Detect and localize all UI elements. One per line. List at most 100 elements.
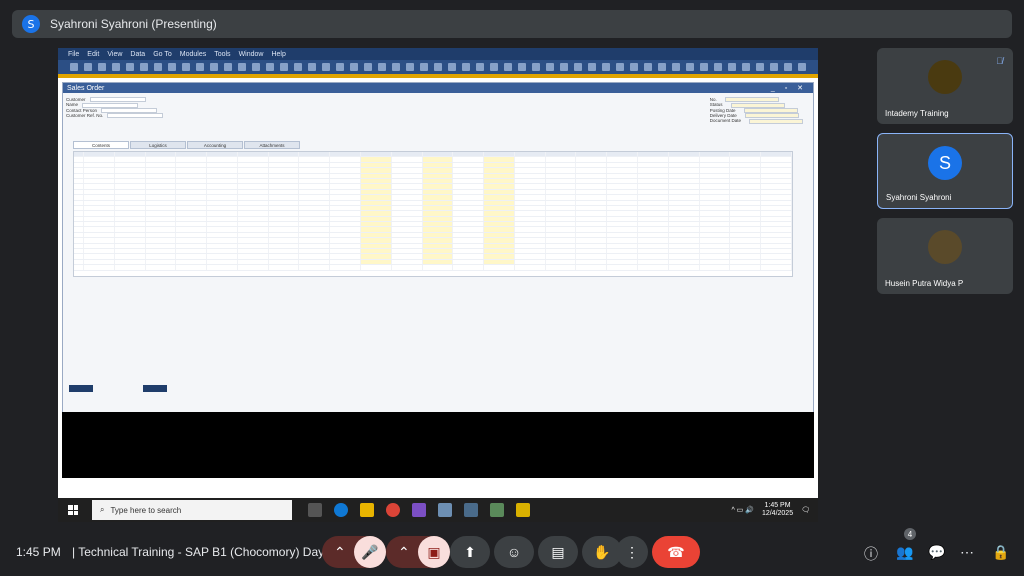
people-icon[interactable]: 👥: [896, 544, 913, 561]
toolbar-icon[interactable]: [490, 63, 498, 71]
mic-off-icon[interactable]: 🎤: [354, 536, 386, 568]
app-icon[interactable]: [516, 503, 530, 517]
toolbar-icon[interactable]: [154, 63, 162, 71]
app-icon[interactable]: [438, 503, 452, 517]
toolbar-icon[interactable]: [294, 63, 302, 71]
toolbar-icon[interactable]: [224, 63, 232, 71]
toolbar-icon[interactable]: [420, 63, 428, 71]
info-icon[interactable]: ⓘ: [864, 544, 878, 564]
toolbar-icon[interactable]: [406, 63, 414, 71]
end-call-button[interactable]: ☎: [652, 536, 700, 568]
edge-icon[interactable]: [334, 503, 348, 517]
toolbar-icon[interactable]: [182, 63, 190, 71]
toolbar-icon[interactable]: [112, 63, 120, 71]
participant-tile[interactable]: Husein Putra Widya P: [877, 218, 1013, 294]
chrome-icon[interactable]: [386, 503, 400, 517]
toolbar-icon[interactable]: [210, 63, 218, 71]
menu-modules[interactable]: Modules: [180, 51, 206, 58]
activities-icon[interactable]: ⋯: [960, 544, 974, 561]
toolbar-icon[interactable]: [714, 63, 722, 71]
toolbar-icon[interactable]: [84, 63, 92, 71]
toolbar-icon[interactable]: [686, 63, 694, 71]
file-explorer-icon[interactable]: [360, 503, 374, 517]
toolbar-icon[interactable]: [280, 63, 288, 71]
menu-tools[interactable]: Tools: [214, 51, 230, 58]
toolbar-icon[interactable]: [700, 63, 708, 71]
toolbar-icon[interactable]: [588, 63, 596, 71]
toolbar-icon[interactable]: [574, 63, 582, 71]
toolbar-icon[interactable]: [322, 63, 330, 71]
toolbar-icon[interactable]: [532, 63, 540, 71]
custref-field[interactable]: [107, 113, 164, 119]
window-controls[interactable]: _ ▫ ✕: [771, 84, 807, 92]
more-options-button[interactable]: ⋮: [616, 536, 648, 568]
host-controls-icon[interactable]: 🔒: [992, 544, 1009, 561]
windows-start-icon[interactable]: [68, 505, 78, 515]
task-view-icon[interactable]: [308, 503, 322, 517]
toolbar-icon[interactable]: [126, 63, 134, 71]
tray-icons[interactable]: ^ ▭ 🔊: [731, 506, 754, 514]
captions-button[interactable]: ▤: [538, 536, 578, 568]
tab-attachments[interactable]: Attachments: [244, 141, 300, 149]
present-button[interactable]: ⬆: [450, 536, 490, 568]
taskbar-clock[interactable]: 1:45 PM 12/4/2025: [762, 502, 793, 518]
toolbar-icon[interactable]: [770, 63, 778, 71]
tab-accounting[interactable]: Accounting: [187, 141, 243, 149]
toolbar-icon[interactable]: [140, 63, 148, 71]
toolbar-icon[interactable]: [644, 63, 652, 71]
participant-tile-active[interactable]: S Syahroni Syahroni: [877, 133, 1013, 209]
chat-icon[interactable]: 💬: [928, 544, 945, 561]
toolbar-icon[interactable]: [448, 63, 456, 71]
toolbar-icon[interactable]: [238, 63, 246, 71]
toolbar-icon[interactable]: [546, 63, 554, 71]
toolbar-icon[interactable]: [266, 63, 274, 71]
tab-contents[interactable]: Contents: [73, 141, 129, 149]
toolbar-icon[interactable]: [392, 63, 400, 71]
menu-goto[interactable]: Go To: [153, 51, 172, 58]
menu-file[interactable]: File: [68, 51, 79, 58]
cancel-button[interactable]: [143, 385, 167, 392]
toolbar-icon[interactable]: [98, 63, 106, 71]
toolbar-icon[interactable]: [798, 63, 806, 71]
toolbar-icon[interactable]: [742, 63, 750, 71]
table-row[interactable]: [74, 265, 792, 271]
toolbar-icon[interactable]: [70, 63, 78, 71]
document-date-field[interactable]: [749, 118, 803, 124]
tab-logistics[interactable]: Logistics: [130, 141, 186, 149]
reactions-button[interactable]: ☺: [494, 536, 534, 568]
toolbar-icon[interactable]: [784, 63, 792, 71]
participant-tile[interactable]: 🎙̸ Intademy Training: [877, 48, 1013, 124]
toolbar-icon[interactable]: [658, 63, 666, 71]
taskbar-search[interactable]: ⌕ Type here to search: [92, 500, 292, 520]
menu-window[interactable]: Window: [239, 51, 264, 58]
toolbar-icon[interactable]: [630, 63, 638, 71]
toolbar-icon[interactable]: [378, 63, 386, 71]
ok-button[interactable]: [69, 385, 93, 392]
menu-edit[interactable]: Edit: [87, 51, 99, 58]
mic-toggle[interactable]: ⌃ 🎤: [322, 536, 386, 568]
toolbar-icon[interactable]: [462, 63, 470, 71]
toolbar-icon[interactable]: [602, 63, 610, 71]
toolbar-icon[interactable]: [504, 63, 512, 71]
toolbar-icon[interactable]: [308, 63, 316, 71]
visual-studio-icon[interactable]: [412, 503, 426, 517]
menu-help[interactable]: Help: [271, 51, 285, 58]
toolbar-icon[interactable]: [756, 63, 764, 71]
camera-off-icon[interactable]: ▣: [418, 536, 450, 568]
camera-toggle[interactable]: ⌃ ▣: [386, 536, 450, 568]
app-icon[interactable]: [464, 503, 478, 517]
toolbar-icon[interactable]: [560, 63, 568, 71]
chevron-up-icon[interactable]: ⌃: [334, 544, 346, 561]
toolbar-icon[interactable]: [252, 63, 260, 71]
chevron-up-icon[interactable]: ⌃: [398, 544, 410, 561]
app-icon[interactable]: [490, 503, 504, 517]
toolbar-icon[interactable]: [616, 63, 624, 71]
toolbar-icon[interactable]: [476, 63, 484, 71]
toolbar-icon[interactable]: [336, 63, 344, 71]
toolbar-icon[interactable]: [196, 63, 204, 71]
menu-data[interactable]: Data: [130, 51, 145, 58]
notification-icon[interactable]: 🗨: [801, 506, 810, 514]
menu-view[interactable]: View: [107, 51, 122, 58]
toolbar-icon[interactable]: [434, 63, 442, 71]
toolbar-icon[interactable]: [350, 63, 358, 71]
